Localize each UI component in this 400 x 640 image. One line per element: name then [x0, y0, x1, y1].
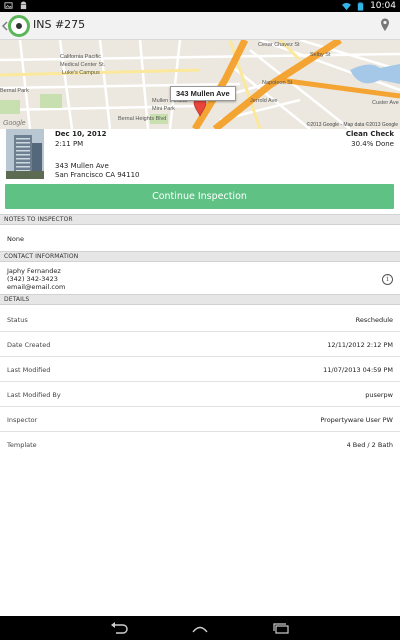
map-label: California Pacific	[60, 54, 101, 60]
property-photo	[6, 129, 44, 179]
detail-value: 12/11/2012 2:12 PM	[327, 341, 393, 349]
map-copyright: ©2013 Google - Map data ©2013 Google	[306, 122, 398, 128]
action-bar: INS #275	[0, 12, 400, 40]
system-nav-bar	[0, 616, 400, 640]
recent-apps-icon[interactable]	[272, 622, 290, 634]
detail-label: Inspector	[7, 416, 38, 424]
inspection-time: 2:11 PM	[55, 140, 84, 148]
contact-header: CONTACT INFORMATION	[0, 251, 400, 262]
detail-value: Propertyware User PW	[320, 416, 393, 424]
detail-row-status: Status Reschedule	[0, 307, 400, 332]
app-logo-icon[interactable]	[8, 15, 30, 37]
location-pin-icon[interactable]	[380, 18, 390, 32]
detail-value: Reschedule	[355, 316, 393, 324]
map-callout[interactable]: 343 Mullen Ave	[170, 86, 236, 101]
detail-label: Last Modified	[7, 366, 51, 374]
map-label: Selby St	[310, 52, 331, 58]
detail-value: 4 Bed / 2 Bath	[346, 441, 393, 449]
notes-header: NOTES TO INSPECTOR	[0, 214, 400, 225]
page-title: INS #275	[33, 18, 86, 31]
progress-text: 30.4% Done	[351, 140, 394, 148]
inspection-date: Dec 10, 2012	[55, 130, 107, 138]
detail-label: Date Created	[7, 341, 51, 349]
info-icon[interactable]: i	[382, 274, 393, 285]
detail-row-template: Template 4 Bed / 2 Bath	[0, 432, 400, 457]
detail-row-last-modified-by: Last Modified By puserpw	[0, 382, 400, 407]
map-label: Cesar Chavez St	[258, 42, 300, 48]
address-line-1: 343 Mullen Ave	[55, 162, 109, 170]
detail-value: 11/07/2013 04:59 PM	[323, 366, 393, 374]
contact-phone[interactable]: (342) 342-3423	[7, 275, 58, 283]
inspection-summary: Dec 10, 2012 2:11 PM 343 Mullen Ave San …	[0, 129, 400, 181]
map-label: Mini Park	[152, 106, 175, 112]
screen: 10:04 INS #275 California Pacific Medica…	[0, 0, 400, 640]
detail-label: Template	[7, 441, 37, 449]
continue-inspection-button[interactable]: Continue Inspection	[5, 184, 394, 209]
clock: 10:04	[370, 1, 396, 11]
map-label: Bernal Heights Blvd	[118, 116, 167, 122]
water-area	[350, 64, 400, 84]
battery-icon	[357, 1, 364, 11]
contact-email[interactable]: email@email.com	[7, 283, 65, 291]
detail-row-last-modified: Last Modified 11/07/2013 04:59 PM	[0, 357, 400, 382]
map-label: Jerrold Ave	[250, 98, 278, 104]
map[interactable]: California Pacific Medical Center St. Lu…	[0, 40, 400, 129]
map-label: Custer Ave	[372, 100, 399, 106]
contact-name: Japhy Fernandez	[7, 267, 61, 275]
map-label: Luke's Campus	[62, 70, 100, 76]
notes-value: None	[7, 235, 24, 243]
map-label: Bernal Park	[0, 88, 29, 94]
details-header: DETAILS	[0, 294, 400, 305]
detail-value: puserpw	[365, 391, 393, 399]
status-bar: 10:04	[0, 0, 400, 12]
detail-row-inspector: Inspector Propertyware User PW	[0, 407, 400, 432]
google-watermark: Google	[3, 120, 26, 127]
detail-label: Last Modified By	[7, 391, 61, 399]
map-label: Napoleon St	[262, 80, 293, 86]
detail-label: Status	[7, 316, 28, 324]
android-icon	[20, 1, 27, 10]
back-nav-icon[interactable]	[110, 622, 128, 634]
inspection-type: Clean Check	[345, 130, 394, 138]
image-icon	[4, 2, 13, 9]
home-nav-icon[interactable]	[191, 622, 209, 634]
address-line-2: San Francisco CA 94110	[55, 171, 140, 179]
wifi-icon	[342, 2, 352, 10]
map-label: Medical Center St.	[60, 62, 106, 68]
detail-row-date-created: Date Created 12/11/2012 2:12 PM	[0, 332, 400, 357]
